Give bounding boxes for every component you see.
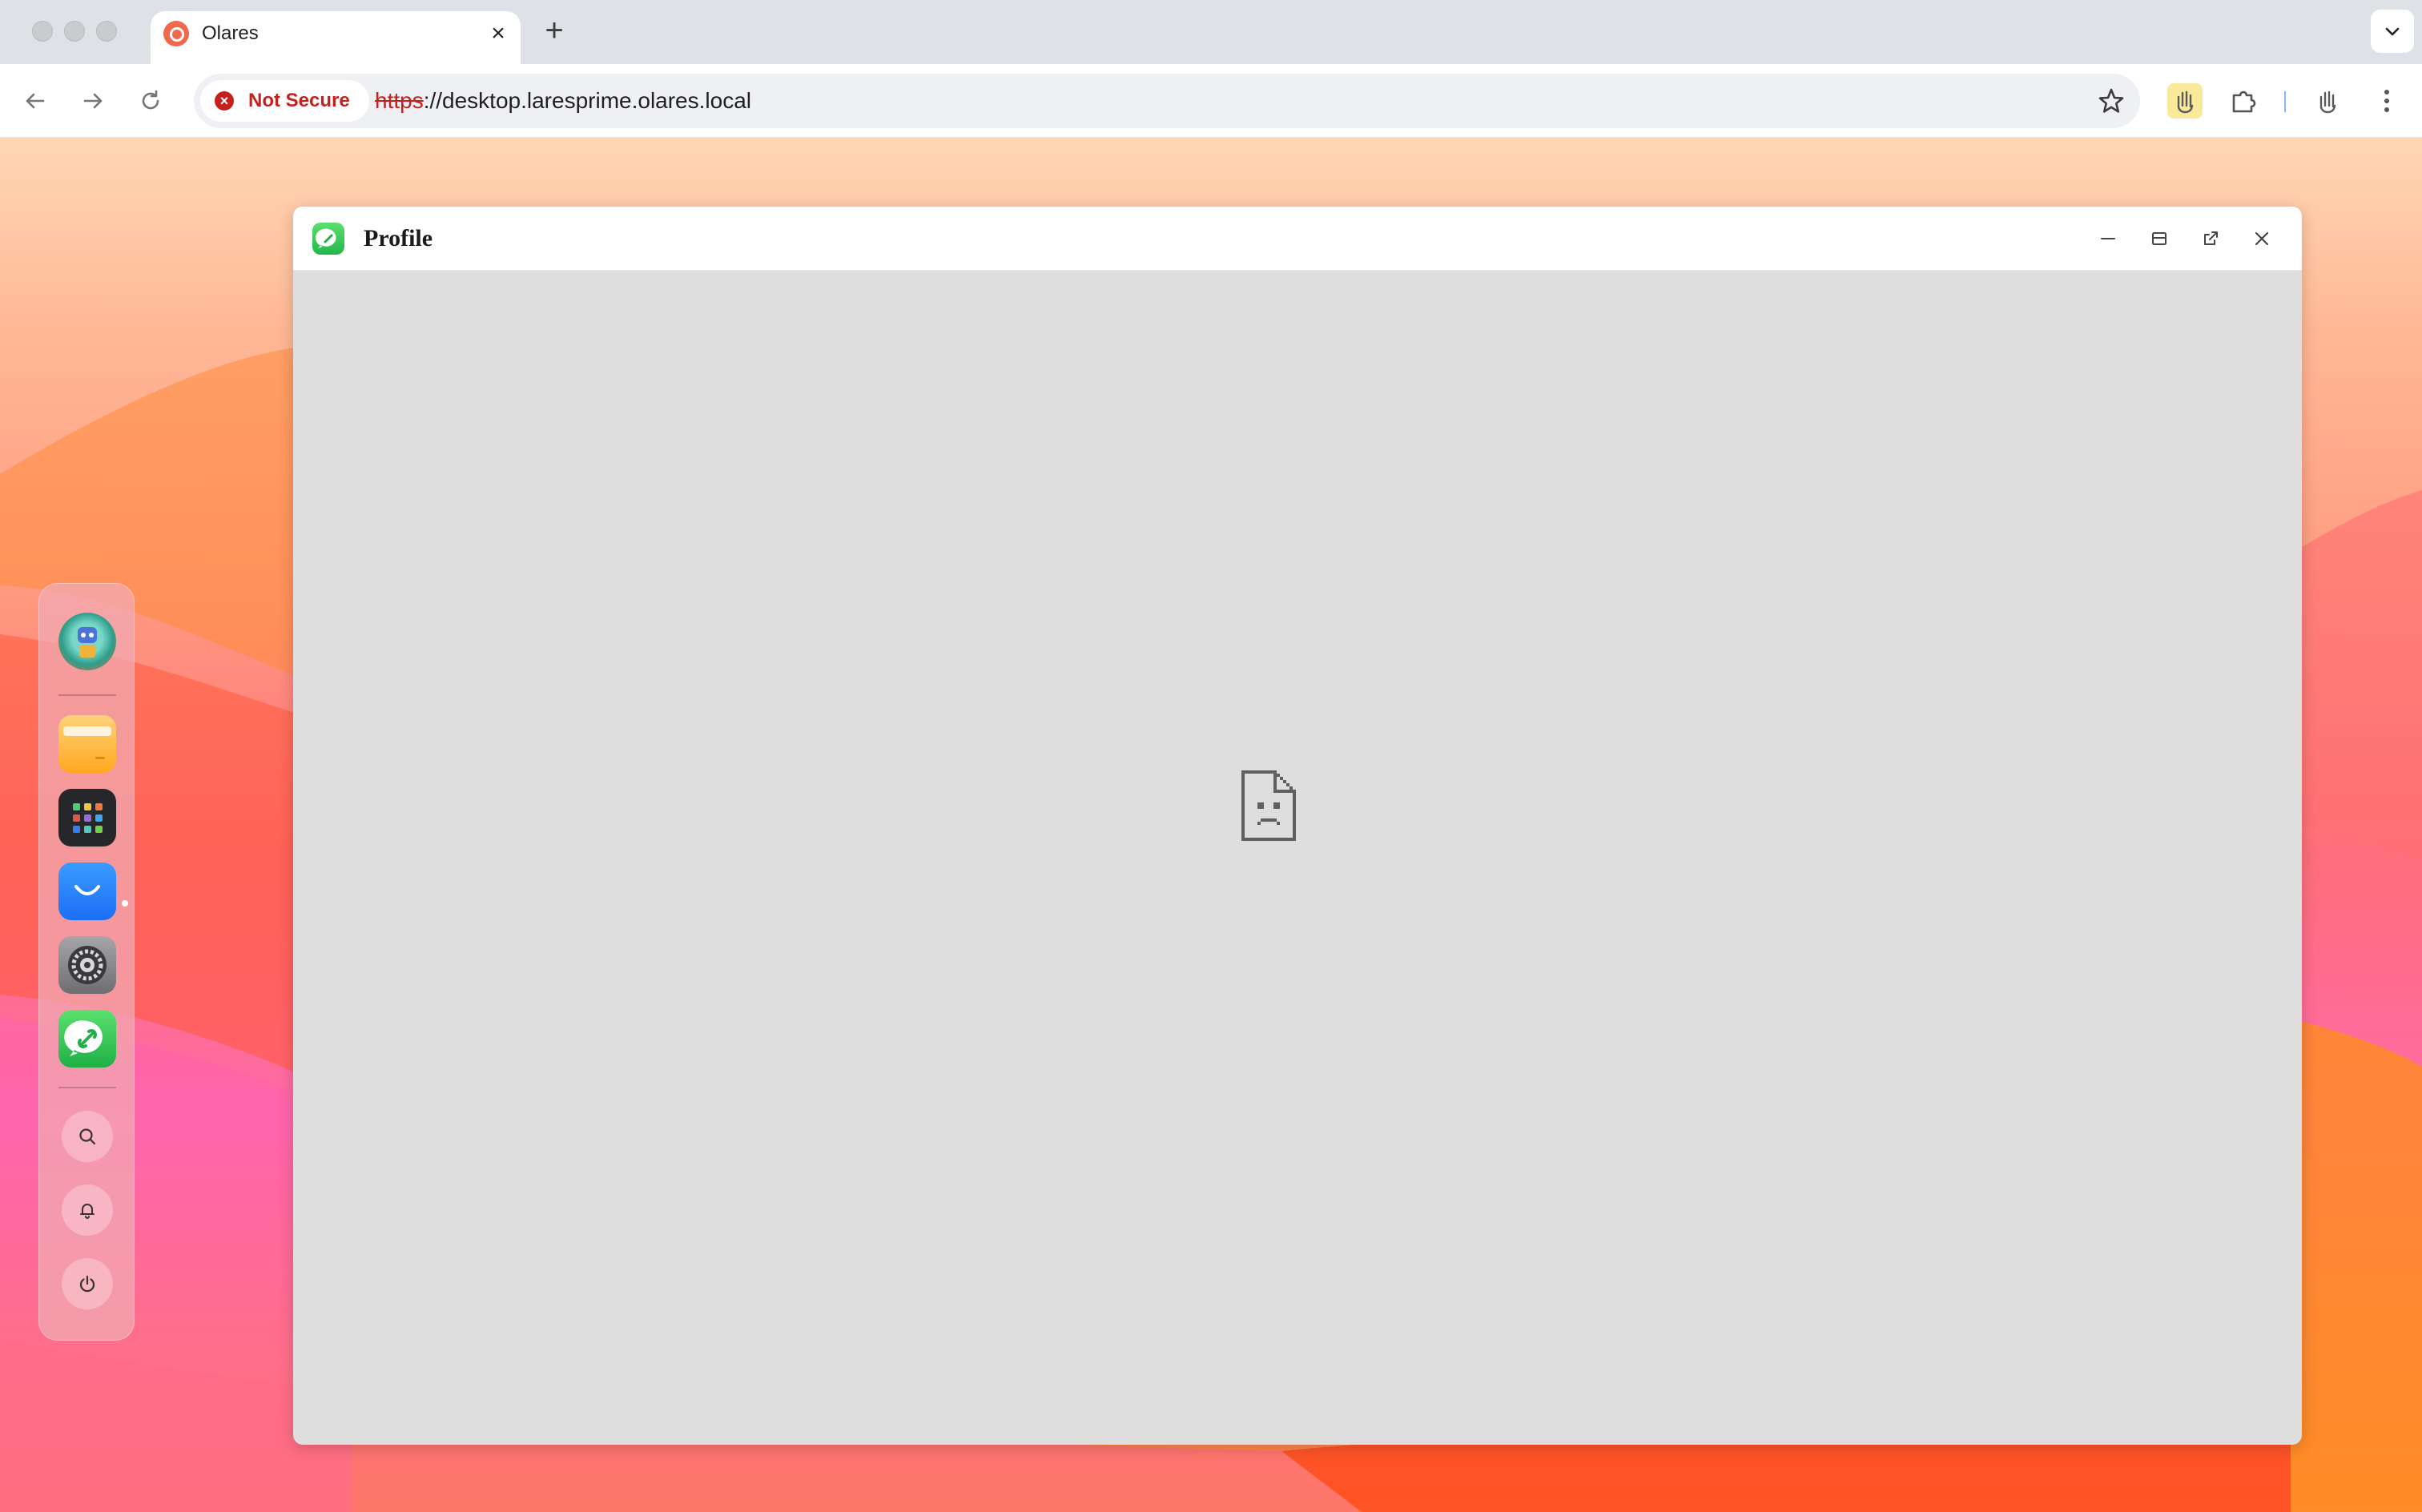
apps-grid-icon[interactable]	[58, 789, 116, 846]
bookmark-star-icon[interactable]	[2097, 86, 2126, 115]
toolbar-separator	[2284, 91, 2286, 112]
address-bar[interactable]: × Not Secure https://desktop.laresprime.…	[194, 74, 2140, 128]
market-bag-icon[interactable]	[58, 863, 116, 920]
arrow-left-icon	[26, 93, 45, 109]
browser-tab-strip: Olares × +	[0, 0, 2422, 64]
broken-page-icon	[1241, 770, 1296, 841]
dock-search-button[interactable]	[62, 1111, 113, 1162]
reload-button[interactable]	[131, 82, 170, 120]
avatar-icon[interactable]	[58, 613, 116, 670]
maximize-icon	[2152, 232, 2167, 245]
close-button[interactable]	[2246, 223, 2278, 255]
folder-icon[interactable]	[58, 715, 116, 773]
chevron-down-icon	[2385, 27, 2400, 36]
profile-running-indicator	[122, 900, 128, 907]
extensions-puzzle-icon[interactable]	[2227, 83, 2262, 119]
extension-hand-icon[interactable]	[2167, 83, 2203, 119]
profile-window[interactable]: Profile	[293, 207, 2302, 1445]
tab-title: Olares	[202, 22, 259, 44]
search-icon	[79, 1128, 96, 1145]
desktop-wallpaper: Profile	[0, 138, 2422, 1512]
browser-toolbar: × Not Secure https://desktop.laresprime.…	[0, 64, 2422, 138]
security-chip[interactable]: × Not Secure	[200, 80, 369, 122]
kebab-menu-icon	[2384, 90, 2389, 112]
security-label: Not Secure	[248, 90, 350, 111]
x-circle-icon: ×	[215, 91, 234, 111]
power-icon	[79, 1275, 95, 1293]
minimize-icon	[2101, 238, 2115, 239]
arrow-right-icon	[83, 93, 103, 109]
minimize-window-dot[interactable]	[64, 21, 85, 42]
url-scheme: https	[375, 88, 424, 113]
gear-icon[interactable]	[58, 936, 116, 994]
maximize-button[interactable]	[2143, 223, 2175, 255]
olares-favicon-icon	[163, 21, 189, 46]
forward-button[interactable]	[74, 82, 112, 120]
dock	[38, 583, 135, 1341]
window-title: Profile	[364, 225, 433, 251]
window-titlebar[interactable]: Profile	[293, 207, 2302, 271]
profile-app-icon	[312, 223, 344, 255]
browser-menu-button[interactable]	[2369, 83, 2404, 119]
dock-power-button[interactable]	[62, 1258, 113, 1309]
minimize-button[interactable]	[2092, 223, 2124, 255]
reload-icon	[142, 90, 159, 110]
browser-tab[interactable]: Olares ×	[151, 11, 521, 64]
dock-divider	[58, 694, 116, 696]
dock-divider	[58, 1087, 116, 1088]
profile-link-icon[interactable]	[58, 1010, 116, 1068]
url-host: ://desktop.laresprime.olares.local	[423, 88, 751, 113]
close-window-dot[interactable]	[32, 21, 53, 42]
back-button[interactable]	[16, 82, 54, 120]
url-text[interactable]: https://desktop.laresprime.olares.local	[375, 74, 751, 128]
open-external-button[interactable]	[2195, 223, 2227, 255]
open-external-icon	[2204, 231, 2218, 245]
extension-pin-hand-icon[interactable]	[2310, 83, 2345, 119]
dock-notifications-button[interactable]	[62, 1184, 113, 1236]
zoom-window-dot[interactable]	[96, 21, 117, 42]
bell-icon	[80, 1204, 95, 1219]
new-tab-button[interactable]: +	[538, 14, 570, 46]
tab-search-button[interactable]	[2371, 10, 2414, 53]
tab-close-icon[interactable]: ×	[484, 19, 513, 48]
close-icon	[2255, 231, 2269, 246]
